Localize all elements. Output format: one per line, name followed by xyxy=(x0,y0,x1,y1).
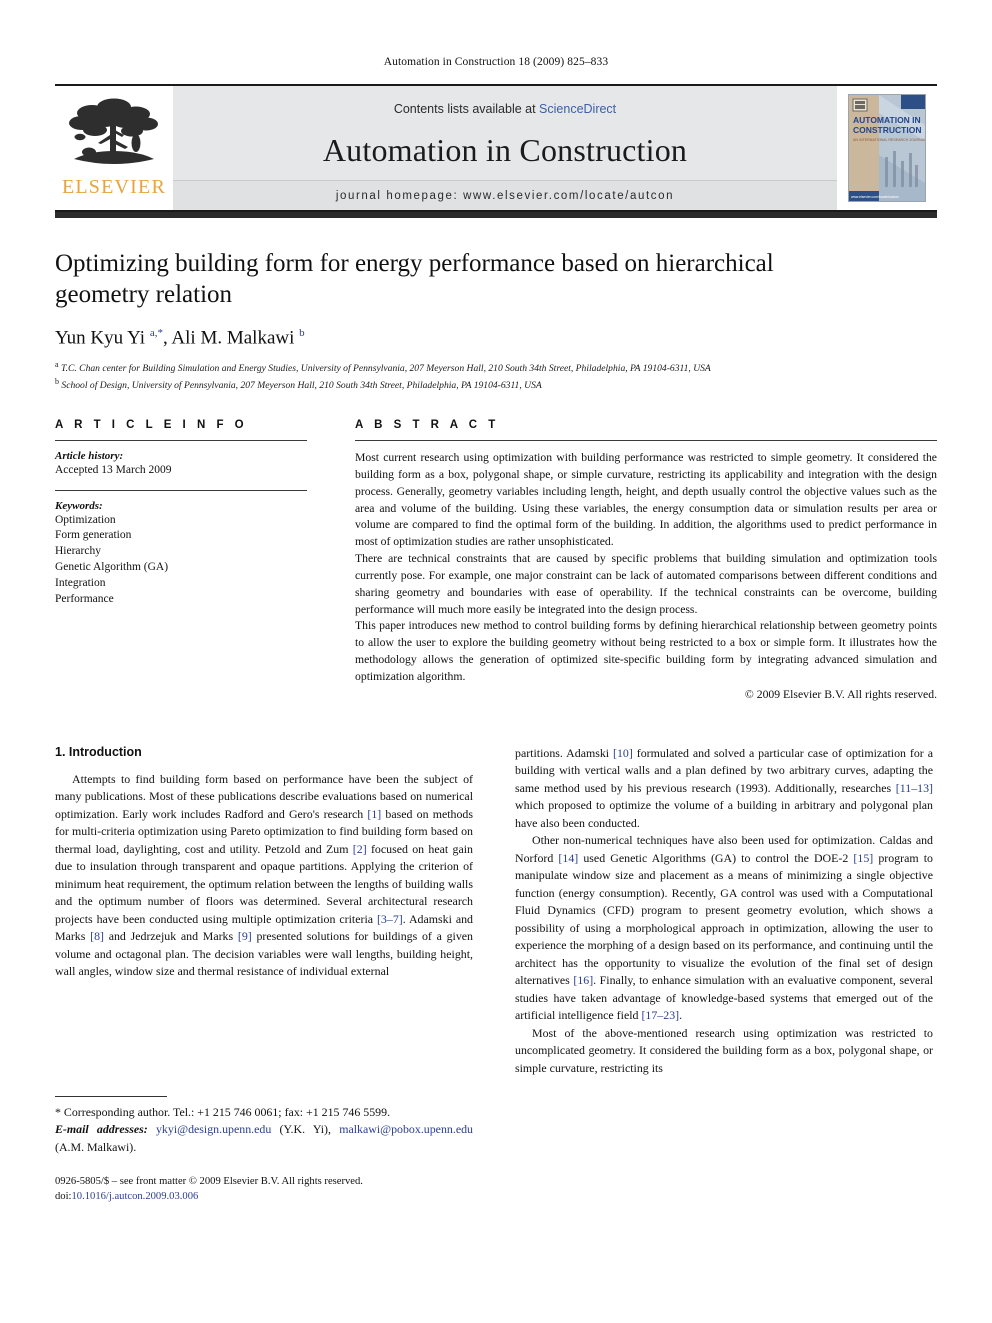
abstract-copyright: © 2009 Elsevier B.V. All rights reserved… xyxy=(744,687,937,701)
keyword-item: Hierarchy xyxy=(55,545,101,558)
doi-line: doi:10.1016/j.autcon.2009.03.006 xyxy=(55,1189,473,1204)
sciencedirect-link[interactable]: ScienceDirect xyxy=(539,102,616,116)
keyword-item: Integration xyxy=(55,576,106,589)
article-info-heading: A R T I C L E I N F O xyxy=(55,419,248,432)
author-list: Yun Kyu Yi a,*, Ali M. Malkawi b xyxy=(55,326,305,348)
svg-text:AUTOMATION IN: AUTOMATION IN xyxy=(853,115,921,125)
intro-paragraph-right-2: Other non-numerical techniques have also… xyxy=(515,833,934,1023)
email-link-malkawi[interactable]: malkawi@pobox.upenn.edu xyxy=(339,1122,473,1136)
article-history-label: Article history: xyxy=(55,450,124,463)
journal-cover-cell: AUTOMATION IN CONSTRUCTION AN INTERNATIO… xyxy=(837,86,937,210)
elsevier-wordmark: ELSEVIER xyxy=(61,176,167,198)
doi-label: doi: xyxy=(55,1191,72,1203)
title-block: Optimizing building form for energy perf… xyxy=(55,218,937,393)
affiliation-b-text: School of Design, University of Pennsylv… xyxy=(61,380,542,392)
svg-text:AN INTERNATIONAL RESEARCH JOUR: AN INTERNATIONAL RESEARCH JOURNAL xyxy=(853,138,925,142)
abstract-paragraph: This paper introduces new method to cont… xyxy=(355,619,937,683)
footnote-rule xyxy=(55,1095,167,1097)
info-abstract-region: A R T I C L E I N F O Article history: A… xyxy=(55,419,937,701)
abstract-heading: A B S T R A C T xyxy=(355,419,500,432)
contents-available-line: Contents lists available at ScienceDirec… xyxy=(394,102,616,116)
contents-prefix-text: Contents lists available at xyxy=(393,102,540,116)
keyword-item: Optimization xyxy=(55,513,116,526)
abstract-column: A B S T R A C T Most current research us… xyxy=(355,419,937,701)
journal-title: Automation in Construction xyxy=(322,132,688,168)
corresponding-author-note: * Corresponding author. Tel.: +1 215 746… xyxy=(55,1104,473,1154)
citation-ref[interactable]: [10] xyxy=(613,746,633,760)
affiliation-a: a T.C. Chan center for Building Simulati… xyxy=(55,359,711,375)
journal-masthead: ELSEVIER Contents lists available at Sci… xyxy=(55,84,937,212)
journal-homepage-text[interactable]: journal homepage: www.elsevier.com/locat… xyxy=(336,190,674,202)
body-column-left: 1. Introduction Attempts to find buildin… xyxy=(55,745,473,1205)
keyword-item: Genetic Algorithm (GA) xyxy=(55,561,169,574)
article-info-rule-top xyxy=(55,440,307,442)
running-head: Automation in Construction 18 (2009) 825… xyxy=(383,56,609,68)
affiliation-list: a T.C. Chan center for Building Simulati… xyxy=(55,359,937,393)
citation-ref[interactable]: [1] xyxy=(367,807,381,821)
body-column-right: partitions. Adamski [10] formulated and … xyxy=(515,745,933,1205)
elsevier-logo: ELSEVIER xyxy=(55,86,173,210)
cover-artwork-icon: AUTOMATION IN CONSTRUCTION AN INTERNATIO… xyxy=(849,95,925,201)
citation-ref[interactable]: [3–7] xyxy=(377,912,403,926)
page-title: Optimizing building form for energy perf… xyxy=(55,250,774,309)
citation-ref[interactable]: [8] xyxy=(90,929,104,943)
citation-ref[interactable]: [11–13] xyxy=(896,781,933,795)
journal-cover-thumbnail: AUTOMATION IN CONSTRUCTION AN INTERNATIO… xyxy=(848,94,926,202)
elsevier-tree-icon xyxy=(69,98,158,164)
doi-link[interactable]: 10.1016/j.autcon.2009.03.006 xyxy=(71,1191,198,1202)
intro-paragraph-left-1: Attempts to find building form based on … xyxy=(55,771,474,979)
citation-ref[interactable]: [17–23] xyxy=(641,1008,679,1022)
keywords-list: Optimization Form generation Hierarchy G… xyxy=(55,513,307,608)
corresponding-asterisk: * xyxy=(55,1104,61,1119)
citation-ref[interactable]: [9] xyxy=(238,929,252,943)
masthead-center: Contents lists available at ScienceDirec… xyxy=(173,86,837,210)
citation-ref[interactable]: [15] xyxy=(853,851,873,865)
article-info-column: A R T I C L E I N F O Article history: A… xyxy=(55,419,307,701)
body-columns: 1. Introduction Attempts to find buildin… xyxy=(55,745,937,1205)
email-link-yi[interactable]: ykyi@design.upenn.edu xyxy=(156,1122,271,1136)
abstract-body: Most current research using optimization… xyxy=(355,450,937,686)
journal-homepage-bar: journal homepage: www.elsevier.com/locat… xyxy=(173,180,837,210)
email-addresses-label: E-mail addresses: xyxy=(55,1122,148,1137)
affiliation-b: b School of Design, University of Pennsy… xyxy=(55,376,542,392)
keywords-label: Keywords: xyxy=(55,499,103,512)
intro-paragraph-right-3: Most of the above-mentioned research usi… xyxy=(515,1025,933,1075)
keyword-item: Performance xyxy=(55,592,114,605)
abstract-rule-top xyxy=(355,440,937,442)
issn-doi-block: 0926-5805/$ – see front matter © 2009 El… xyxy=(55,1174,473,1205)
abstract-paragraph: There are technical constraints that are… xyxy=(355,552,937,616)
keyword-item: Form generation xyxy=(55,529,132,542)
affiliation-a-text: T.C. Chan center for Building Simulation… xyxy=(60,363,711,375)
issn-line: 0926-5805/$ – see front matter © 2009 El… xyxy=(55,1176,363,1188)
abstract-paragraph: Most current research using optimization… xyxy=(355,451,937,549)
citation-ref[interactable]: [14] xyxy=(558,851,578,865)
svg-text:CONSTRUCTION: CONSTRUCTION xyxy=(853,125,921,135)
section-title-introduction: 1. Introduction xyxy=(55,744,142,759)
svg-text:www.elsevier.com/locate/autcon: www.elsevier.com/locate/autcon xyxy=(851,195,899,199)
citation-ref[interactable]: [2] xyxy=(353,842,367,856)
article-history-value: Accepted 13 March 2009 xyxy=(55,464,172,477)
article-page: Automation in Construction 18 (2009) 825… xyxy=(0,0,992,1323)
article-info-rule-mid xyxy=(55,489,307,491)
citation-ref[interactable]: [16] xyxy=(573,973,593,987)
intro-paragraph-right-1: partitions. Adamski [10] formulated and … xyxy=(515,745,933,830)
footnote-area: * Corresponding author. Tel.: +1 215 746… xyxy=(55,1095,473,1205)
